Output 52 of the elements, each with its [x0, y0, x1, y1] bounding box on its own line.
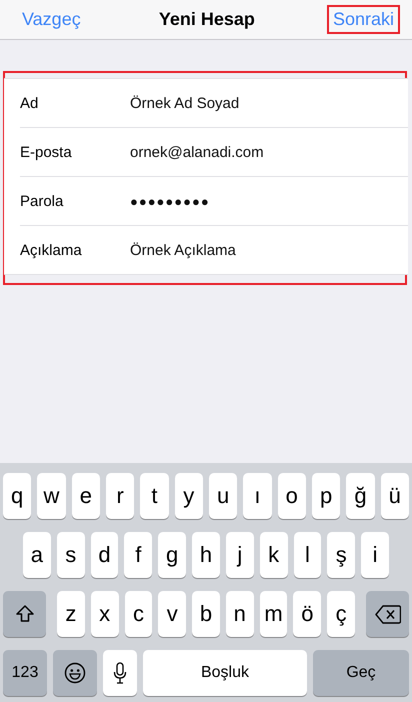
dictation-key[interactable] [103, 650, 137, 696]
field-label: Açıklama [20, 242, 83, 258]
key[interactable]: m [260, 591, 288, 637]
key[interactable]: d [90, 532, 118, 578]
key[interactable]: x [90, 591, 119, 637]
key[interactable]: ş [327, 532, 356, 578]
key[interactable]: r [106, 473, 134, 519]
key[interactable]: u [208, 473, 238, 519]
shift-key[interactable] [3, 591, 46, 637]
key[interactable]: h [192, 532, 220, 578]
key[interactable]: ü [380, 473, 409, 519]
key[interactable]: l [294, 532, 322, 578]
emoji-icon [64, 662, 86, 684]
key[interactable]: ğ [346, 473, 375, 519]
key[interactable]: w [37, 473, 66, 519]
key[interactable]: y [174, 473, 203, 519]
key[interactable]: z [57, 591, 85, 637]
key[interactable]: ç [327, 591, 356, 637]
key[interactable]: s [56, 532, 85, 578]
key[interactable]: b [192, 591, 220, 637]
numbers-key[interactable]: 123 [3, 650, 47, 696]
microphone-icon [113, 662, 127, 684]
field-label: Ad [20, 94, 40, 112]
key[interactable]: i [361, 532, 389, 578]
input-field[interactable]: ornek@alanadi.com [130, 144, 264, 160]
input-field[interactable]: Örnek Ad Soyad [130, 94, 240, 112]
space-key[interactable]: Boşluk [143, 650, 307, 696]
key[interactable]: ı [243, 473, 272, 519]
shift-icon [14, 604, 34, 624]
field-label: E-posta [20, 144, 73, 160]
key[interactable]: c [124, 591, 152, 637]
key[interactable]: t [140, 473, 169, 519]
key[interactable]: p [312, 473, 340, 519]
key[interactable]: g [158, 532, 186, 578]
delete-key[interactable] [366, 591, 410, 637]
key[interactable]: j [226, 532, 254, 578]
screen-title: Yeni Hesap [158, 9, 255, 30]
key[interactable]: k [260, 532, 288, 578]
emoji-key[interactable] [53, 650, 97, 696]
key[interactable]: f [124, 532, 152, 578]
key[interactable]: q [3, 473, 32, 519]
return-key[interactable]: Geç [313, 650, 409, 696]
password-field[interactable]: ●●●●●●●●● [130, 194, 210, 208]
key[interactable]: e [72, 473, 100, 519]
backspace-icon [374, 604, 401, 624]
key[interactable]: ö [293, 591, 322, 637]
key[interactable]: o [278, 473, 306, 519]
key[interactable]: a [23, 532, 51, 578]
input-field[interactable]: Örnek Açıklama [130, 242, 236, 258]
field-label: Parola [20, 192, 64, 210]
key[interactable]: n [226, 591, 254, 637]
key[interactable]: v [158, 591, 186, 637]
